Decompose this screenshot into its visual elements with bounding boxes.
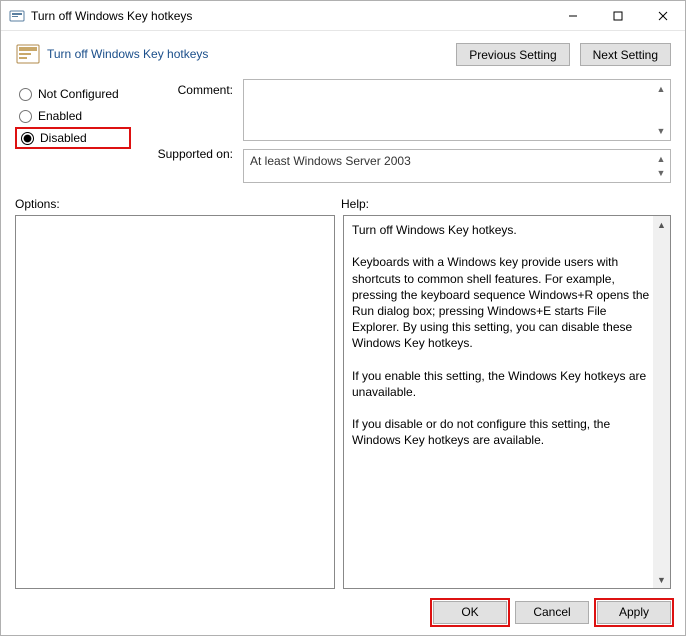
- radio-enabled[interactable]: Enabled: [15, 105, 131, 127]
- next-setting-button[interactable]: Next Setting: [580, 43, 671, 66]
- radio-not-configured-input[interactable]: [19, 88, 32, 101]
- ok-button[interactable]: OK: [433, 601, 507, 624]
- scroll-down-icon[interactable]: ▼: [654, 124, 668, 138]
- radio-label: Enabled: [38, 109, 82, 123]
- apply-button[interactable]: Apply: [597, 601, 671, 624]
- field-labels: Comment: Supported on:: [141, 79, 233, 183]
- minimize-button[interactable]: [550, 1, 595, 30]
- window-title: Turn off Windows Key hotkeys: [31, 9, 550, 23]
- scroll-up-icon[interactable]: ▲: [654, 82, 668, 96]
- radio-label: Disabled: [40, 131, 87, 145]
- titlebar: Turn off Windows Key hotkeys: [1, 1, 685, 31]
- radio-disabled[interactable]: Disabled: [15, 127, 131, 149]
- help-label: Help:: [341, 197, 369, 211]
- radio-not-configured[interactable]: Not Configured: [15, 83, 131, 105]
- previous-setting-button[interactable]: Previous Setting: [456, 43, 569, 66]
- scroll-up-icon[interactable]: ▲: [653, 216, 670, 233]
- header: Turn off Windows Key hotkeys Previous Se…: [1, 31, 685, 73]
- state-radios: Not Configured Enabled Disabled: [15, 79, 131, 183]
- app-icon: [9, 8, 25, 24]
- radio-enabled-input[interactable]: [19, 110, 32, 123]
- policy-title: Turn off Windows Key hotkeys: [47, 47, 208, 61]
- cancel-button[interactable]: Cancel: [515, 601, 589, 624]
- pane-labels: Options: Help:: [1, 185, 685, 215]
- options-pane: [15, 215, 335, 589]
- footer: OK Cancel Apply: [1, 589, 685, 635]
- help-text: Turn off Windows Key hotkeys. Keyboards …: [344, 216, 670, 588]
- radio-disabled-input[interactable]: [21, 132, 34, 145]
- supported-label: Supported on:: [141, 139, 233, 169]
- options-label: Options:: [15, 197, 341, 211]
- supported-field: At least Windows Server 2003 ▲ ▼: [243, 149, 671, 183]
- help-scrollbar[interactable]: ▲ ▼: [653, 216, 670, 588]
- scroll-down-icon[interactable]: ▼: [653, 571, 670, 588]
- field-values: ▲ ▼ At least Windows Server 2003 ▲ ▼: [243, 79, 671, 183]
- scroll-up-icon[interactable]: ▲: [654, 152, 668, 166]
- supported-text: At least Windows Server 2003: [250, 154, 411, 168]
- close-button[interactable]: [640, 1, 685, 30]
- scroll-down-icon[interactable]: ▼: [654, 166, 668, 180]
- comment-field[interactable]: ▲ ▼: [243, 79, 671, 141]
- policy-icon: [15, 41, 41, 67]
- maximize-button[interactable]: [595, 1, 640, 30]
- radio-label: Not Configured: [38, 87, 119, 101]
- upper-section: Not Configured Enabled Disabled Comment:…: [1, 73, 685, 185]
- panes: Turn off Windows Key hotkeys. Keyboards …: [1, 215, 685, 589]
- help-pane: Turn off Windows Key hotkeys. Keyboards …: [343, 215, 671, 589]
- policy-dialog: Turn off Windows Key hotkeys Turn off Wi…: [0, 0, 686, 636]
- comment-label: Comment:: [141, 79, 233, 139]
